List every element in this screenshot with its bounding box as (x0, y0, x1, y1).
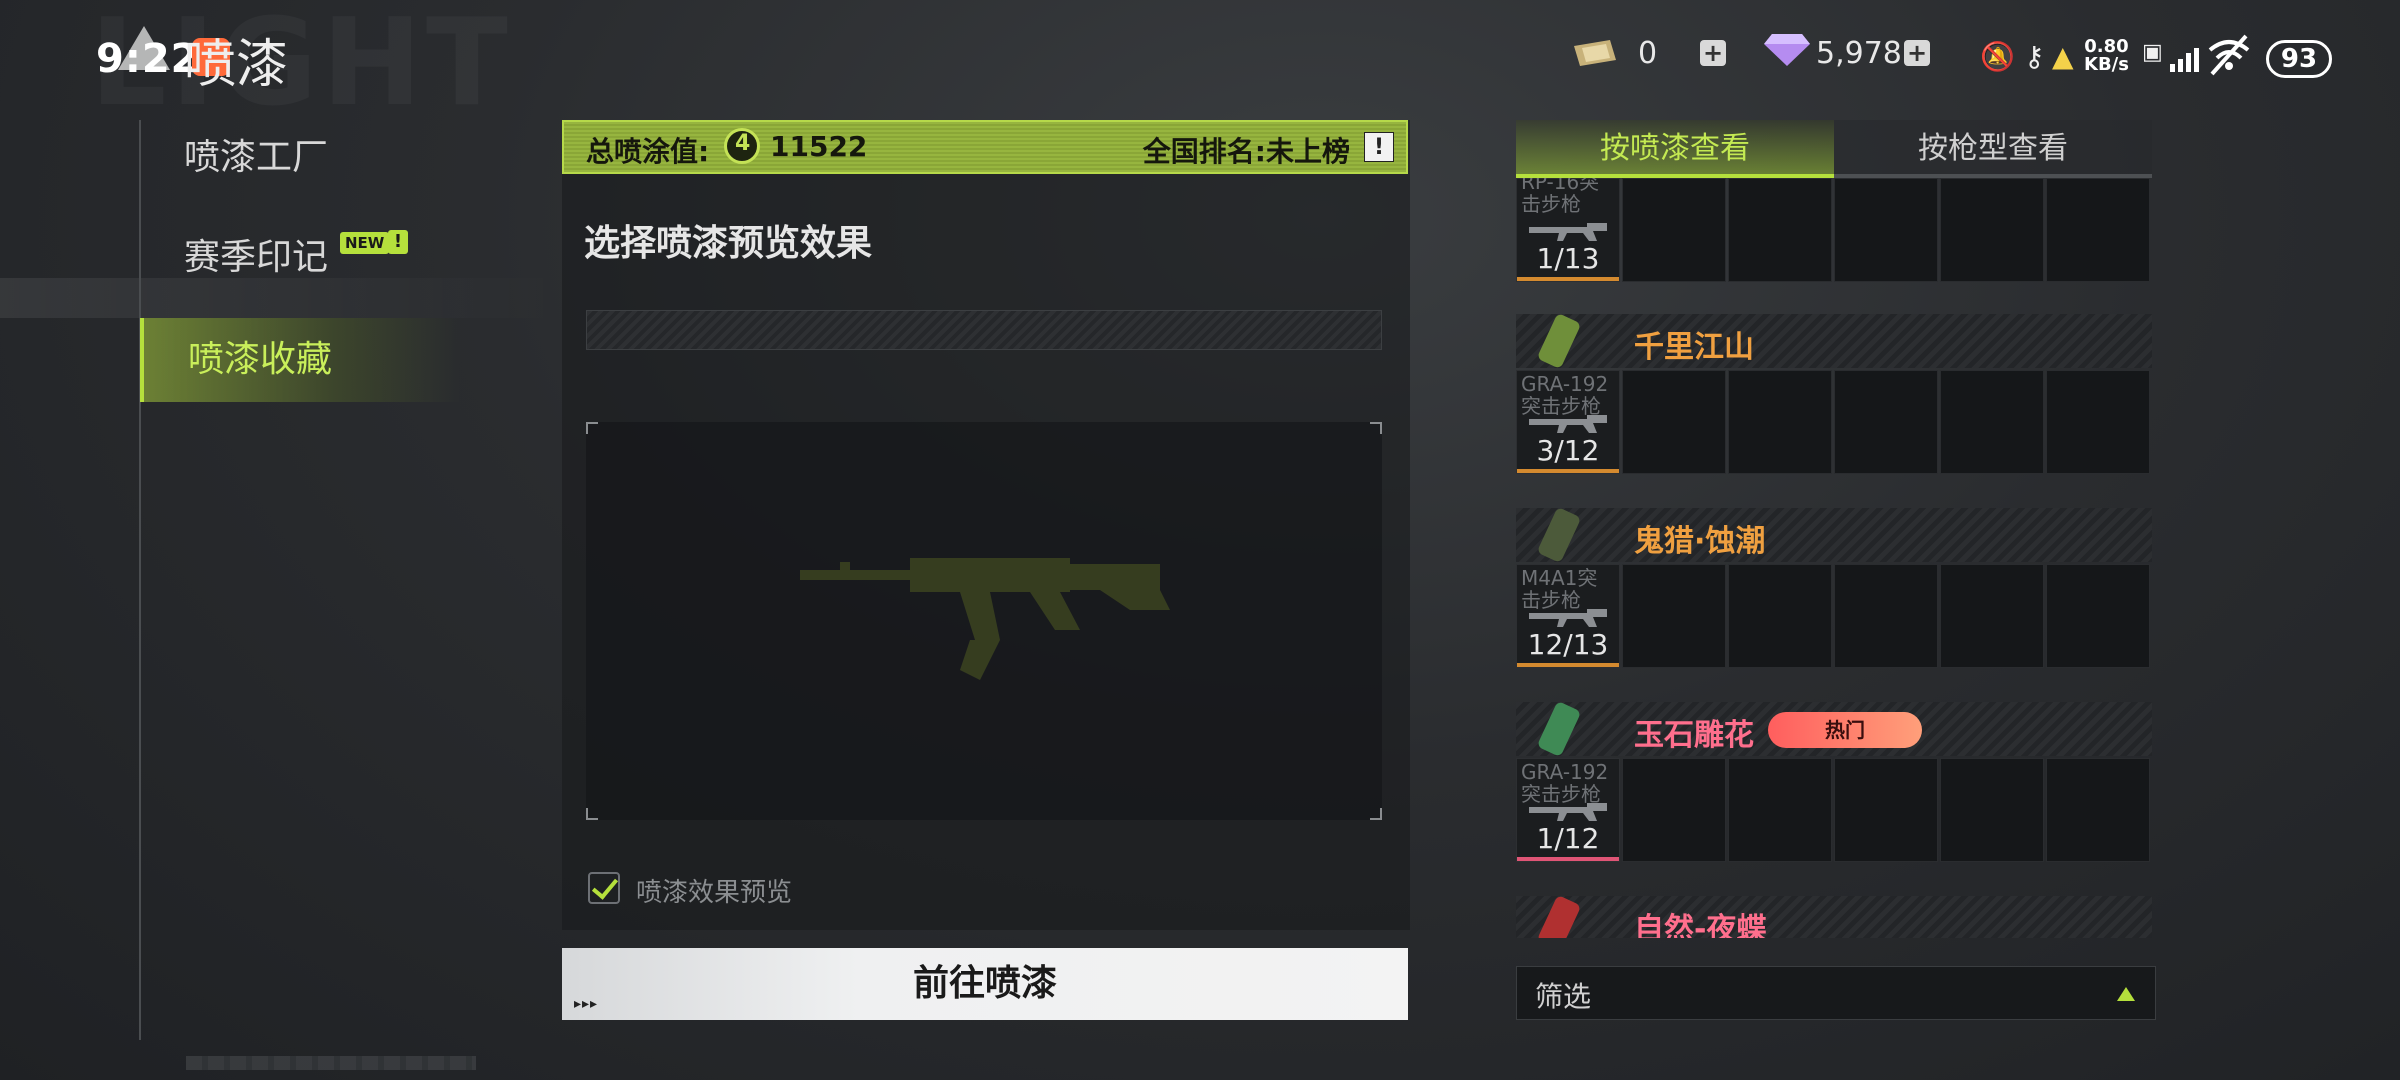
sidebar-item-season-mark[interactable]: 赛季印记 (140, 216, 460, 300)
count-bar (1517, 277, 1619, 281)
go-to-paint-button[interactable]: 前往喷漆 (562, 948, 1408, 1020)
collection-header[interactable]: 鬼猎·蚀潮 (1516, 506, 2152, 564)
battery-indicator: 93 (2266, 40, 2332, 78)
filter-label: 筛选 (1535, 980, 1592, 1013)
paint-slot[interactable] (1834, 178, 1938, 282)
count-bar (1517, 663, 1619, 667)
filter-dropdown[interactable]: 筛选 (1516, 966, 2156, 1020)
collection-row: RP-16突击步枪 1/13 (1516, 178, 2152, 282)
tab-by-paint[interactable]: 按喷漆查看 (1516, 120, 1834, 178)
paint-slot[interactable] (1622, 758, 1726, 862)
preview-title: 选择喷漆预览效果 (584, 223, 873, 264)
ticket-icon (1574, 40, 1616, 66)
score-bar: 总喷涂值: 11522 全国排名:未上榜 ! (562, 120, 1408, 174)
corner-marker (586, 422, 598, 434)
national-rank-label: 全国排名:未上榜 (1142, 135, 1350, 168)
rifle-icon (1529, 609, 1607, 627)
paint-slot[interactable] (1622, 564, 1726, 668)
network-speed: 0.80 KB/s (2084, 36, 2129, 75)
corner-marker (1370, 422, 1382, 434)
paint-slot[interactable] (1834, 370, 1938, 474)
score-coin-icon (724, 128, 760, 164)
weapon-name: RP-16突击步枪 (1521, 178, 1600, 216)
paint-slot[interactable] (1728, 758, 1832, 862)
collection-count: 1/13 (1536, 242, 1600, 275)
ticket-count: 0 (1638, 36, 1658, 71)
collection-header[interactable]: 玉石雕花 热门 (1516, 700, 2152, 758)
diamond-icon (1764, 34, 1810, 66)
collection-count: 1/12 (1536, 822, 1600, 855)
paint-slot[interactable] (2046, 178, 2150, 282)
blurred-footer-text (186, 1056, 476, 1070)
paint-slot[interactable] (1940, 564, 2044, 668)
wifi-off-icon (2208, 34, 2250, 76)
paint-slot[interactable] (1622, 178, 1726, 282)
collection-row: GRA-192突击步枪 1/12 (1516, 758, 2152, 862)
page-title: 喷漆 (184, 35, 289, 95)
sidebar-item-paint-factory[interactable]: 喷漆工厂 (140, 116, 460, 200)
tab-by-weapon[interactable]: 按枪型查看 (1834, 120, 2152, 178)
weapon-cell[interactable]: M4A1突击步枪 12/13 (1516, 564, 1620, 668)
collection-name: 玉石雕花 (1634, 718, 1754, 753)
paint-slot[interactable] (2046, 758, 2150, 862)
total-score-label: 总喷涂值: (586, 135, 710, 168)
paint-select-strip[interactable] (586, 310, 1382, 350)
paint-slot[interactable] (1728, 178, 1832, 282)
signal-icon (2170, 48, 2199, 72)
key-icon: ⚷ (2024, 40, 2045, 73)
paint-slot[interactable] (2046, 564, 2150, 668)
spray-can-icon (1536, 312, 1582, 370)
paint-slot[interactable] (1834, 758, 1938, 862)
collection-name: 千里江山 (1634, 330, 1754, 365)
collection-name: 鬼猎·蚀潮 (1634, 524, 1766, 559)
paint-slot[interactable] (1834, 564, 1938, 668)
alert-badge: ! (388, 230, 408, 254)
rifle-icon (1529, 415, 1607, 433)
go-button-decoration: ▸▸▸ (574, 996, 599, 1012)
add-ticket-button[interactable]: + (1700, 40, 1726, 66)
info-icon[interactable]: ! (1364, 132, 1394, 162)
preview-effect-label: 喷漆效果预览 (636, 878, 793, 908)
spray-can-icon (1536, 700, 1582, 758)
weapon-cell[interactable]: RP-16突击步枪 1/13 (1516, 178, 1620, 282)
rifle-silhouette-icon (800, 558, 1170, 680)
collection-header[interactable]: 千里江山 (1516, 312, 2152, 370)
paint-slot[interactable] (2046, 370, 2150, 474)
count-bar (1517, 469, 1619, 473)
collection-count: 3/12 (1536, 434, 1600, 467)
total-score-value: 11522 (770, 130, 868, 163)
collection-header[interactable]: 自然-夜蝶 (1516, 894, 2152, 938)
paint-collection-list[interactable]: RP-16突击步枪 1/13 千里江山 GRA-192突击步枪 3/12 鬼猎·… (1516, 178, 2156, 938)
add-diamond-button[interactable]: + (1904, 40, 1930, 66)
collection-name: 自然-夜蝶 (1634, 912, 1767, 938)
hd-icon: ▣ (2142, 40, 2163, 65)
mute-bell-icon: 🔕 (1980, 40, 2015, 73)
collection-row: M4A1突击步枪 12/13 (1516, 564, 2152, 668)
rifle-icon (1529, 803, 1607, 821)
spray-can-icon (1536, 506, 1582, 564)
diamond-count: 5,978 (1816, 36, 1902, 71)
hot-badge: 热门 (1768, 712, 1922, 748)
weapon-cell[interactable]: GRA-192突击步枪 1/12 (1516, 758, 1620, 862)
rifle-icon (1529, 223, 1607, 241)
preview-effect-checkbox[interactable] (588, 872, 620, 904)
paint-slot[interactable] (1622, 370, 1726, 474)
count-bar (1517, 857, 1619, 861)
caret-up-icon (2117, 987, 2135, 1001)
paint-slot[interactable] (1940, 370, 2044, 474)
paint-slot[interactable] (1940, 758, 2044, 862)
new-badge: NEW (340, 232, 390, 254)
paint-slot[interactable] (1940, 178, 2044, 282)
collection-count: 12/13 (1527, 628, 1609, 661)
collection-row: GRA-192突击步枪 3/12 (1516, 370, 2152, 474)
sidebar-item-paint-collection[interactable]: 喷漆收藏 (140, 318, 460, 402)
corner-marker (1370, 808, 1382, 820)
weapon-cell[interactable]: GRA-192突击步枪 3/12 (1516, 370, 1620, 474)
paint-slot[interactable] (1728, 370, 1832, 474)
spray-can-icon (1536, 894, 1582, 938)
warning-icon: ▲ (2052, 40, 2074, 73)
paint-slot[interactable] (1728, 564, 1832, 668)
corner-marker (586, 808, 598, 820)
